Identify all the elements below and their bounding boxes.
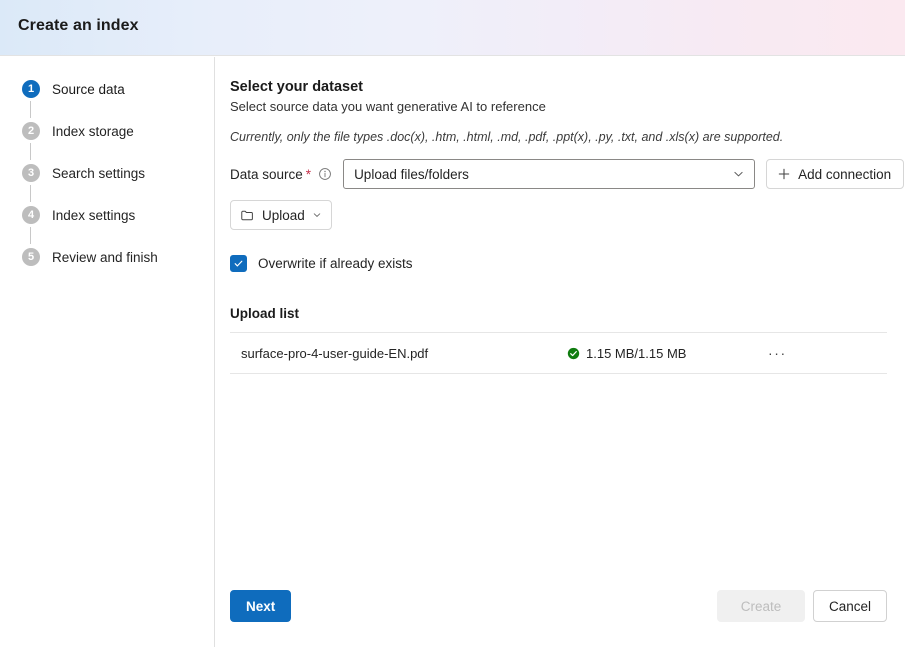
sidebar-item-search-settings[interactable]: 3 Search settings: [22, 162, 158, 202]
create-button: Create: [717, 590, 805, 622]
data-source-row: Data source * Upload files/folders Add c…: [230, 159, 905, 189]
step-connector: [30, 227, 31, 244]
chevron-down-icon: [312, 210, 322, 220]
checkmark-circle-icon: [567, 347, 580, 360]
sidebar-item-review-and-finish[interactable]: 5 Review and finish: [22, 246, 158, 268]
divider: [230, 373, 887, 374]
required-marker: *: [305, 166, 312, 182]
file-size-label: 1.15 MB/1.15 MB: [586, 345, 687, 361]
sidebar-item-label: Search settings: [52, 165, 146, 181]
overwrite-checkbox-row[interactable]: Overwrite if already exists: [230, 255, 413, 272]
upload-button[interactable]: Upload: [230, 200, 332, 230]
file-size-cell: 1.15 MB/1.15 MB: [567, 346, 686, 361]
sidebar-item-label: Index storage: [52, 123, 134, 139]
step-connector: [30, 101, 31, 118]
cancel-button[interactable]: Cancel: [812, 590, 887, 622]
step-connector: [30, 143, 31, 160]
data-source-label: Data source: [230, 166, 303, 182]
sidebar-item-index-storage[interactable]: 2 Index storage: [22, 120, 158, 160]
step-badge-4: 4: [22, 206, 40, 224]
section-heading: Select your dataset: [230, 79, 363, 95]
step-badge-1: 1: [22, 80, 40, 98]
add-connection-button[interactable]: Add connection: [766, 159, 905, 189]
data-source-selected-value: Upload files/folders: [354, 166, 469, 182]
section-subheading: Select source data you want generative A…: [230, 99, 546, 114]
upload-list-table: surface-pro-4-user-guide-EN.pdf 1.15 MB/…: [230, 332, 887, 374]
page-title: Create an index: [18, 17, 139, 34]
chevron-down-icon: [732, 168, 745, 181]
step-list: 1 Source data 2 Index storage 3 Search s…: [22, 78, 158, 268]
sidebar-item-label: Review and finish: [52, 249, 158, 265]
sidebar-item-label: Index settings: [52, 207, 136, 223]
file-name-cell: surface-pro-4-user-guide-EN.pdf: [241, 345, 429, 361]
add-connection-label: Add connection: [798, 166, 892, 182]
info-icon[interactable]: [318, 167, 332, 181]
step-badge-2: 2: [22, 122, 40, 140]
sidebar-item-index-settings[interactable]: 4 Index settings: [22, 204, 158, 244]
upload-list-title: Upload list: [230, 306, 300, 321]
dialog-header: Create an index: [0, 0, 905, 56]
step-badge-3: 3: [22, 164, 40, 182]
checkmark-icon: [234, 260, 243, 267]
dialog-footer: Next Create Cancel: [230, 590, 887, 622]
folder-icon: [240, 208, 255, 223]
sidebar-item-source-data[interactable]: 1 Source data: [22, 78, 158, 118]
table-row[interactable]: surface-pro-4-user-guide-EN.pdf 1.15 MB/…: [230, 333, 887, 373]
data-source-select[interactable]: Upload files/folders: [343, 159, 756, 189]
next-button[interactable]: Next: [230, 590, 292, 622]
step-connector: [30, 185, 31, 202]
plus-icon: [777, 167, 791, 181]
upload-button-label: Upload: [262, 207, 305, 223]
overwrite-checkbox-label: Overwrite if already exists: [258, 256, 413, 271]
supported-file-types-note: Currently, only the file types .doc(x), …: [230, 130, 784, 144]
overwrite-checkbox[interactable]: [230, 255, 247, 272]
wizard-sidebar: 1 Source data 2 Index storage 3 Search s…: [0, 57, 215, 647]
step-badge-5: 5: [22, 248, 40, 266]
main-panel: Select your dataset Select source data y…: [216, 57, 905, 647]
row-more-options-icon[interactable]: ···: [768, 346, 787, 360]
sidebar-item-label: Source data: [52, 81, 125, 97]
